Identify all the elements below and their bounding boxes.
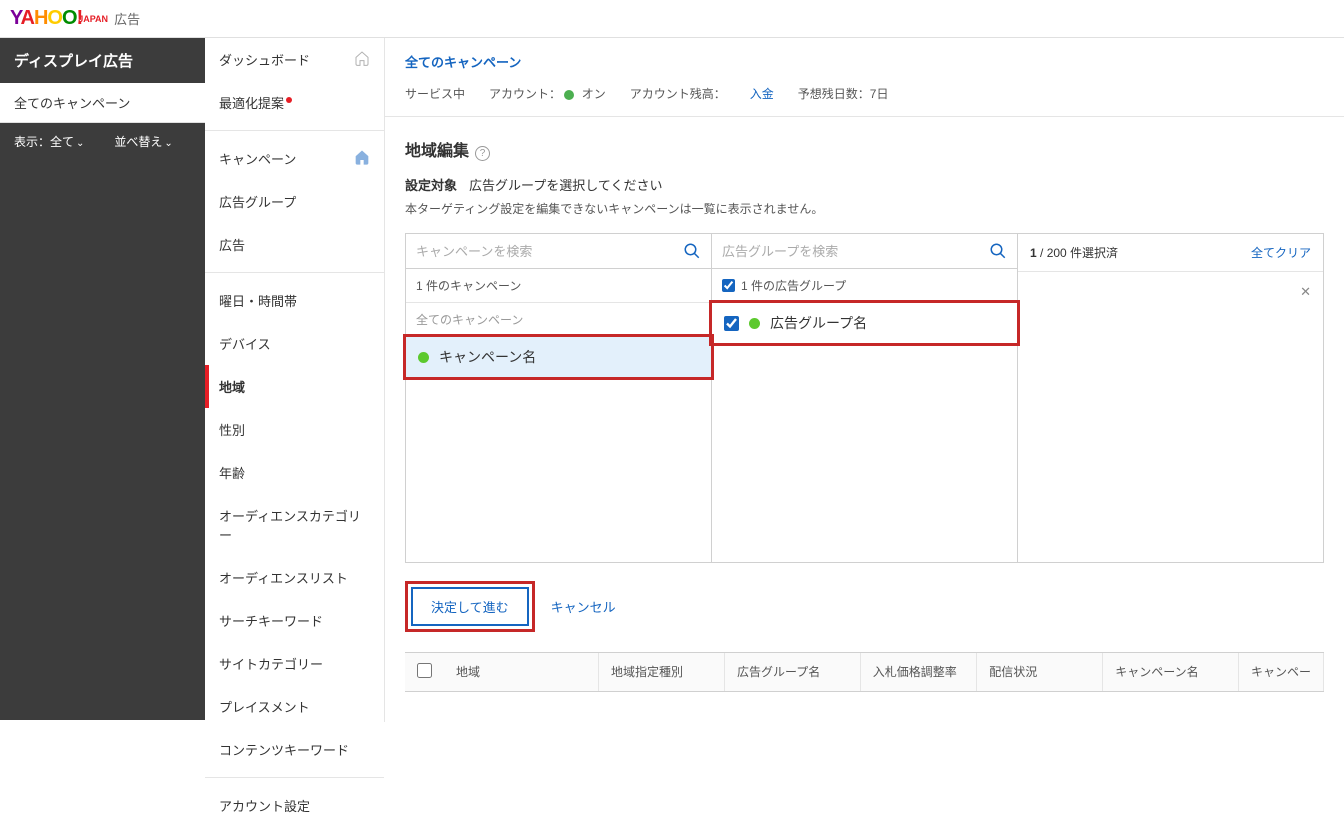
- nav-ad[interactable]: 広告: [205, 223, 384, 266]
- nav-campaign[interactable]: キャンペーン: [205, 137, 384, 180]
- top-bar: YAHOO! JAPAN 広告: [0, 0, 1344, 38]
- table-header: 地域 地域指定種別 広告グループ名 入札価格調整率 配信状況 キャンペーン名 キ…: [405, 652, 1324, 692]
- selected-header: 1 / 200 件選択済 全てクリア: [1018, 234, 1323, 272]
- adgroup-item[interactable]: 広告グループ名: [712, 303, 1017, 343]
- search-icon: [683, 242, 701, 260]
- nav-audcat[interactable]: オーディエンスカテゴリー: [205, 494, 384, 556]
- campaign-count: 1 件のキャンペーン: [406, 269, 711, 303]
- adgroup-checkbox[interactable]: [724, 316, 739, 331]
- campaign-item[interactable]: キャンペーン名: [406, 337, 711, 377]
- serving-status: サービス中: [405, 85, 465, 102]
- campaign-search[interactable]: [406, 234, 711, 269]
- status-dot-icon: [418, 352, 429, 363]
- campaign-name: キャンペーン名: [439, 347, 536, 367]
- cancel-link[interactable]: キャンセル: [551, 597, 616, 616]
- product-title: ディスプレイ広告: [0, 38, 205, 83]
- col-adgroup[interactable]: 広告グループ名: [725, 653, 861, 691]
- all-campaigns-row[interactable]: 全てのキャンペーン: [406, 303, 711, 337]
- logo-japan: JAPAN: [78, 14, 108, 24]
- clear-all-link[interactable]: 全てクリア: [1251, 244, 1311, 261]
- nav-age[interactable]: 年齢: [205, 451, 384, 494]
- campaign-search-input[interactable]: [416, 244, 683, 259]
- nav-account[interactable]: アカウント設定: [205, 784, 384, 827]
- col-bid-adj[interactable]: 入札価格調整率: [861, 653, 977, 691]
- selected-column: 1 / 200 件選択済 全てクリア ✕: [1018, 234, 1323, 562]
- nav-audlist[interactable]: オーディエンスリスト: [205, 556, 384, 599]
- account-status: アカウント： オン: [489, 85, 606, 102]
- main-content: 全てのキャンペーン サービス中 アカウント： オン アカウント残高： 入金 予想…: [385, 38, 1344, 722]
- nav-region[interactable]: 地域: [205, 365, 384, 408]
- nav-searchkw[interactable]: サーチキーワード: [205, 599, 384, 642]
- nav-gender[interactable]: 性別: [205, 408, 384, 451]
- adgroup-search-input[interactable]: [722, 244, 989, 259]
- adgroup-column: 1 件の広告グループ 広告グループ名: [712, 234, 1018, 562]
- action-row: 決定して進む キャンセル: [405, 581, 1324, 632]
- col-region-type[interactable]: 地域指定種別: [599, 653, 725, 691]
- selection-picker: 1 件のキャンペーン 全てのキャンペーン キャンペーン名: [405, 233, 1324, 563]
- target-row: 設定対象広告グループを選択してください: [405, 175, 1324, 194]
- nav-sitecat[interactable]: サイトカテゴリー: [205, 642, 384, 685]
- selected-count: 1 / 200 件選択済: [1030, 244, 1118, 261]
- col-region[interactable]: 地域: [444, 653, 599, 691]
- col-campaign[interactable]: キャンペーン名: [1103, 653, 1239, 691]
- nav-device[interactable]: デバイス: [205, 322, 384, 365]
- help-icon[interactable]: ?: [475, 146, 490, 161]
- breadcrumb[interactable]: 全てのキャンペーン: [385, 38, 1344, 85]
- select-all-adgroups-checkbox[interactable]: [722, 279, 735, 292]
- col-delivery[interactable]: 配信状況: [977, 653, 1103, 691]
- left-sidebar: ディスプレイ広告 全てのキャンペーン 表示：全て⌄ 並べ替え⌄: [0, 38, 205, 722]
- status-dot-icon: [749, 318, 760, 329]
- nav-sidebar: ダッシュボード 最適化提案 キャンペーン 広告グループ 広告 曜日・時間帯 デバ…: [205, 38, 385, 722]
- select-all-rows-checkbox[interactable]: [417, 663, 432, 678]
- home-icon: [354, 50, 370, 69]
- days-remaining: 予想残日数：7日: [798, 85, 889, 102]
- nav-dashboard[interactable]: ダッシュボード: [205, 38, 384, 81]
- nav-daytime[interactable]: 曜日・時間帯: [205, 279, 384, 322]
- sort-control[interactable]: 並べ替え⌄: [114, 133, 172, 150]
- alert-dot-icon: [286, 97, 292, 103]
- close-button[interactable]: ✕: [1018, 272, 1323, 312]
- nav-adgroup[interactable]: 広告グループ: [205, 180, 384, 223]
- proceed-button[interactable]: 決定して進む: [411, 587, 529, 626]
- logo-ad-label: 広告: [114, 9, 140, 28]
- adgroup-search[interactable]: [712, 234, 1017, 269]
- search-icon: [989, 242, 1007, 260]
- left-controls: 表示：全て⌄ 並べ替え⌄: [0, 123, 205, 160]
- campaign-column: 1 件のキャンペーン 全てのキャンペーン キャンペーン名: [406, 234, 712, 562]
- section-title: 地域編集?: [405, 137, 1324, 161]
- home-icon: [354, 149, 370, 168]
- adgroup-count-row[interactable]: 1 件の広告グループ: [712, 269, 1017, 303]
- all-campaigns-item[interactable]: 全てのキャンペーン: [0, 83, 205, 123]
- nav-contentkw[interactable]: コンテンツキーワード: [205, 728, 384, 771]
- status-bar: サービス中 アカウント： オン アカウント残高： 入金 予想残日数：7日: [385, 85, 1344, 117]
- balance-label: アカウント残高：: [630, 85, 726, 102]
- show-filter[interactable]: 表示：全て⌄: [14, 133, 84, 150]
- yahoo-logo: YAHOO!: [10, 7, 82, 30]
- adgroup-name: 広告グループ名: [770, 313, 867, 333]
- status-dot-icon: [564, 90, 574, 100]
- col-overflow[interactable]: キャンペー: [1239, 653, 1324, 691]
- deposit-link[interactable]: 入金: [750, 85, 774, 102]
- note-text: 本ターゲティング設定を編集できないキャンペーンは一覧に表示されません。: [405, 200, 1324, 217]
- nav-optimize[interactable]: 最適化提案: [205, 81, 384, 124]
